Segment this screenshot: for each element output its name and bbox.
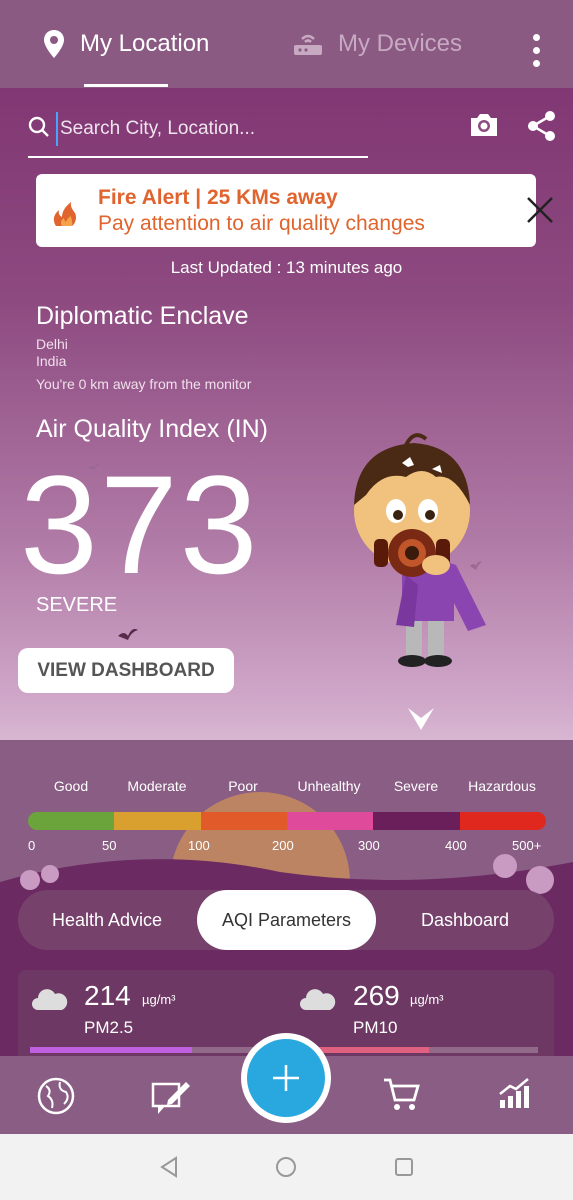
tick-label: 200 <box>272 838 294 853</box>
search-icon <box>28 116 49 137</box>
tab-my-devices-label: My Devices <box>338 30 463 57</box>
recents-icon[interactable] <box>393 1156 415 1178</box>
tick-label: 50 <box>102 838 117 853</box>
close-icon[interactable] <box>524 194 556 226</box>
share-icon[interactable] <box>526 110 558 142</box>
fire-alert-card[interactable]: Fire Alert | 25 KMs away Pay attention t… <box>36 174 553 247</box>
scale-label-good: Good <box>53 778 89 794</box>
cart-icon[interactable] <box>382 1076 420 1112</box>
location-pin-icon <box>44 30 64 58</box>
last-updated-text: Last Updated : 13 minutes ago <box>170 258 403 277</box>
pm25-level-bar <box>30 1047 268 1053</box>
tab-dashboard[interactable]: Dashboard <box>376 890 554 950</box>
chart-icon[interactable] <box>498 1076 532 1110</box>
add-button[interactable] <box>241 1033 331 1123</box>
level-fill <box>30 1047 192 1053</box>
tick-label: 300 <box>358 838 380 853</box>
system-navigation-bar <box>0 1134 573 1200</box>
tick-label: 500+ <box>512 838 542 853</box>
pm10-value: 269 <box>353 980 400 1011</box>
scale-label-poor: Poor <box>228 778 258 794</box>
aqi-scale-ticks: 0 50 100 200 300 400 500+ <box>0 838 573 858</box>
pm10-level-bar <box>300 1047 538 1053</box>
edit-icon[interactable] <box>150 1076 192 1116</box>
home-icon[interactable] <box>275 1156 297 1178</box>
tab-health-advice[interactable]: Health Advice <box>18 890 196 950</box>
scale-segment-good <box>28 812 115 830</box>
aqi-status: SEVERE <box>36 594 118 616</box>
back-icon[interactable] <box>158 1156 180 1178</box>
tab-my-location[interactable]: My Location <box>42 0 209 88</box>
bird-icon <box>118 628 138 640</box>
scale-segment-poor <box>200 812 287 830</box>
info-segmented-control: Health Advice AQI Parameters Dashboard <box>18 890 554 950</box>
tick-label: 0 <box>28 838 36 853</box>
add-button-inner <box>247 1039 325 1117</box>
cloud-pm10-icon <box>300 989 336 1010</box>
alert-subtitle: Pay attention to air quality changes <box>98 212 425 235</box>
aqi-value: 373 <box>20 446 260 603</box>
location-name: Diplomatic Enclave <box>36 302 249 330</box>
location-city: Delhi <box>36 336 68 352</box>
bird-icon <box>88 463 100 470</box>
aqi-color-scale <box>28 812 546 830</box>
search-bar <box>28 108 368 158</box>
scale-segment-moderate <box>114 812 201 830</box>
pm25-unit: µg/m³ <box>142 992 176 1007</box>
view-dashboard-button[interactable]: VIEW DASHBOARD <box>18 648 234 693</box>
router-icon <box>294 34 322 55</box>
search-input[interactable] <box>56 112 356 146</box>
top-tab-bar: My Location My Devices <box>0 0 573 88</box>
pm25-value: 214 <box>84 980 131 1011</box>
cloud-pm25-icon <box>32 989 68 1010</box>
more-options-icon[interactable] <box>526 34 546 68</box>
pm25-label: PM2.5 <box>84 1018 134 1037</box>
scale-segment-unhealthy <box>286 812 374 830</box>
globe-icon[interactable] <box>36 1076 76 1116</box>
tab-my-location-label: My Location <box>80 30 210 57</box>
location-country: India <box>36 353 67 369</box>
chevron-down-icon[interactable] <box>406 702 436 732</box>
pm10-unit: µg/m³ <box>410 992 444 1007</box>
scale-segment-hazardous <box>459 812 546 830</box>
scale-label-hazardous: Hazardous <box>468 778 536 794</box>
aqi-scale-labels: Good Moderate Poor Unhealthy Severe Haza… <box>28 778 548 798</box>
scale-label-moderate: Moderate <box>127 778 187 794</box>
pm10-label: PM10 <box>353 1018 398 1037</box>
tick-label: 400 <box>445 838 467 853</box>
monitor-distance: You're 0 km away from the monitor <box>36 376 252 392</box>
masked-person-illustration <box>354 433 486 667</box>
scale-label-severe: Severe <box>393 778 439 794</box>
alert-title: Fire Alert | 25 KMs away <box>98 186 338 209</box>
add-icon <box>273 1065 299 1091</box>
fire-icon <box>53 202 76 226</box>
active-tab-indicator <box>84 84 168 87</box>
scale-segment-severe <box>373 812 460 830</box>
tab-my-devices[interactable]: My Devices <box>292 0 462 88</box>
tab-aqi-parameters[interactable]: AQI Parameters <box>197 890 376 950</box>
scale-label-unhealthy: Unhealthy <box>297 778 361 794</box>
tick-label: 100 <box>188 838 210 853</box>
aqi-label: Air Quality Index (IN) <box>36 415 269 443</box>
camera-icon[interactable] <box>468 110 500 140</box>
